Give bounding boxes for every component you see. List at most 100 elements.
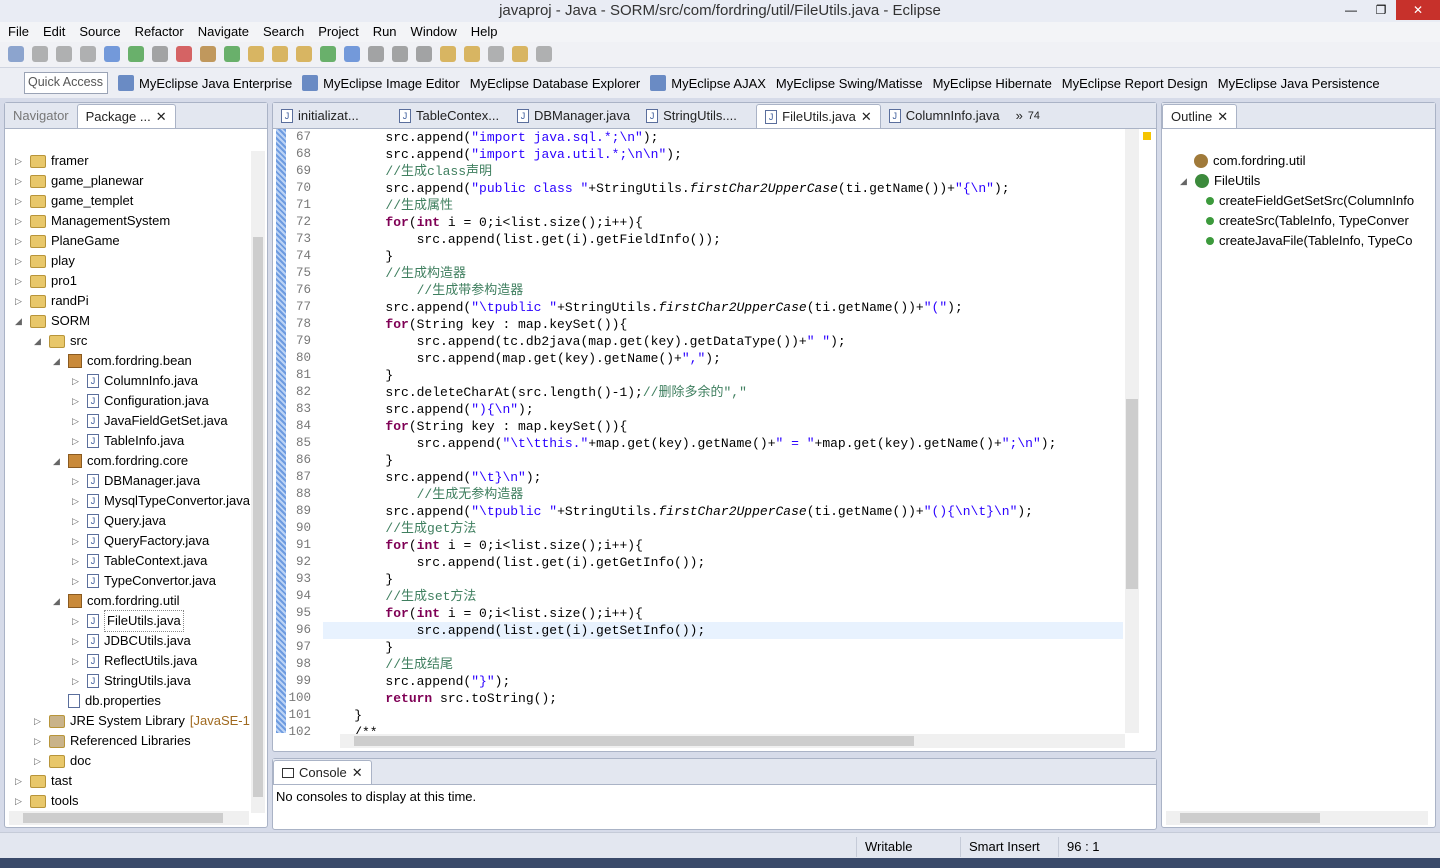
editor-tab[interactable]: J StringUtils.... (638, 104, 756, 128)
tree-item[interactable]: ▷ Referenced Libraries (34, 731, 191, 751)
outline-item[interactable]: com.fordring.util (1194, 151, 1305, 171)
code-line[interactable]: src.append("}"); (323, 673, 510, 690)
collapsed-arrow-icon[interactable]: ▷ (72, 611, 82, 631)
menu-search[interactable]: Search (263, 22, 304, 42)
tree-item[interactable]: ▷ J Query.java (72, 511, 166, 531)
tree-item[interactable]: ▷ game_planewar (15, 171, 144, 191)
tree-item[interactable]: ▷ JRE System Library [JavaSE-1.6] (34, 711, 251, 731)
tree-item[interactable]: ▷ J DBManager.java (72, 471, 200, 491)
menu-navigate[interactable]: Navigate (198, 22, 249, 42)
tree-item[interactable]: ▷ J TableInfo.java (72, 431, 184, 451)
collapsed-arrow-icon[interactable]: ▷ (15, 771, 25, 791)
toolbar-button-3[interactable] (80, 46, 96, 62)
toolbar-button-19[interactable] (464, 46, 480, 62)
code-line[interactable]: src.deleteCharAt(src.length()-1);//删除多余的… (323, 384, 746, 401)
collapsed-arrow-icon[interactable]: ▷ (72, 511, 82, 531)
toolbar-button-21[interactable] (512, 46, 528, 62)
code-line[interactable]: //生成get方法 (323, 520, 476, 537)
toolbar-button-11[interactable] (272, 46, 288, 62)
editor-tab[interactable]: J DBManager.java (509, 104, 638, 128)
toolbar-button-13[interactable] (320, 46, 336, 62)
code-line[interactable]: //生成set方法 (323, 588, 476, 605)
code-line[interactable]: for(int i = 0;i<list.size();i++){ (323, 605, 642, 622)
perspective-5[interactable]: MyEclipse Hibernate (933, 76, 1052, 91)
toolbar-button-15[interactable] (368, 46, 384, 62)
code-line[interactable]: src.append("){\n"); (323, 401, 533, 418)
toolbar-button-20[interactable] (488, 46, 504, 62)
code-line[interactable]: } (323, 367, 393, 384)
perspective-4[interactable]: MyEclipse Swing/Matisse (776, 76, 923, 91)
close-button[interactable]: ✕ (1396, 0, 1440, 20)
close-icon[interactable]: ✕ (1217, 106, 1228, 128)
tree-item[interactable]: ◢ com.fordring.core (53, 451, 188, 471)
horizontal-scrollbar[interactable] (9, 811, 249, 825)
collapsed-arrow-icon[interactable]: ▷ (15, 151, 25, 171)
collapsed-arrow-icon[interactable]: ▷ (15, 251, 25, 271)
toolbar-button-18[interactable] (440, 46, 456, 62)
code-line[interactable]: //生成class声明 (323, 163, 492, 180)
collapsed-arrow-icon[interactable]: ▷ (15, 171, 25, 191)
toolbar-button-7[interactable] (176, 46, 192, 62)
toolbar-button-2[interactable] (56, 46, 72, 62)
code-line[interactable]: src.append("\t}\n"); (323, 469, 541, 486)
code-line[interactable]: //生成带参构造器 (323, 282, 524, 299)
tree-item[interactable]: ▷ J ReflectUtils.java (72, 651, 197, 671)
perspective-1[interactable]: MyEclipse Image Editor (302, 75, 460, 91)
tab-navigator[interactable]: Navigator (5, 104, 77, 128)
collapsed-arrow-icon[interactable]: ▷ (34, 711, 44, 731)
outline-item[interactable]: createSrc(TableInfo, TypeConver (1206, 211, 1409, 231)
code-line[interactable]: //生成结尾 (323, 656, 453, 673)
tree-item[interactable]: ▷ J StringUtils.java (72, 671, 191, 691)
tree-item[interactable]: ▷ framer (15, 151, 89, 171)
code-line[interactable]: //生成无参构造器 (323, 486, 524, 503)
code-line[interactable]: } (323, 571, 393, 588)
toolbar-button-6[interactable] (152, 46, 168, 62)
menu-project[interactable]: Project (318, 22, 358, 42)
tab-overflow-button[interactable]: » 74 (1008, 104, 1048, 128)
close-icon[interactable]: ✕ (156, 106, 167, 128)
expanded-arrow-icon[interactable]: ◢ (53, 451, 63, 471)
collapsed-arrow-icon[interactable]: ▷ (15, 271, 25, 291)
code-line[interactable]: src.append("\tpublic "+StringUtils.first… (323, 503, 1033, 520)
tree-item[interactable]: ▷ J TableContext.java (72, 551, 207, 571)
collapsed-arrow-icon[interactable]: ▷ (72, 371, 82, 391)
collapsed-arrow-icon[interactable]: ▷ (72, 551, 82, 571)
expanded-arrow-icon[interactable]: ◢ (1180, 171, 1190, 191)
collapsed-arrow-icon[interactable]: ▷ (15, 231, 25, 251)
code-line[interactable]: //生成属性 (323, 197, 453, 214)
collapsed-arrow-icon[interactable]: ▷ (34, 751, 44, 771)
tree-item[interactable]: ▷ J MysqlTypeConvertor.java (72, 491, 250, 511)
toolbar-button-8[interactable] (200, 46, 216, 62)
perspective-6[interactable]: MyEclipse Report Design (1062, 76, 1208, 91)
code-line[interactable]: src.append(list.get(i).getSetInfo()); (323, 622, 706, 639)
editor-tab[interactable]: J ColumnInfo.java (881, 104, 1008, 128)
tree-item[interactable]: ▷ J ColumnInfo.java (72, 371, 198, 391)
tree-item[interactable]: ▷ PlaneGame (15, 231, 120, 251)
toolbar-button-10[interactable] (248, 46, 264, 62)
menu-help[interactable]: Help (471, 22, 498, 42)
toolbar-button-1[interactable] (32, 46, 48, 62)
toolbar-button-9[interactable] (224, 46, 240, 62)
code-line[interactable]: return src.toString(); (323, 690, 557, 707)
menu-edit[interactable]: Edit (43, 22, 65, 42)
tree-item[interactable]: ▷ J FileUtils.java (72, 610, 184, 632)
outline-item[interactable]: createJavaFile(TableInfo, TypeCo (1206, 231, 1412, 251)
tree-item[interactable]: ▷ ManagementSystem (15, 211, 170, 231)
code-line[interactable]: for(String key : map.keySet()){ (323, 418, 627, 435)
collapsed-arrow-icon[interactable]: ▷ (72, 471, 82, 491)
outline-horizontal-scrollbar[interactable] (1166, 811, 1428, 825)
vertical-scrollbar[interactable] (251, 151, 265, 813)
toolbar-button-16[interactable] (392, 46, 408, 62)
collapsed-arrow-icon[interactable]: ▷ (72, 431, 82, 451)
expanded-arrow-icon[interactable]: ◢ (34, 331, 44, 351)
tree-item[interactable]: ▷ pro1 (15, 271, 77, 291)
code-line[interactable]: for(int i = 0;i<list.size();i++){ (323, 214, 642, 231)
editor-tab[interactable]: Jinitializat... (273, 104, 391, 128)
tab-outline[interactable]: Outline ✕ (1162, 104, 1238, 128)
toolbar-button-0[interactable] (8, 46, 24, 62)
minimize-button[interactable]: — (1336, 0, 1366, 20)
menu-source[interactable]: Source (79, 22, 120, 42)
maximize-button[interactable]: ❐ (1366, 0, 1396, 20)
menu-file[interactable]: File (8, 22, 29, 42)
quick-access-input[interactable]: Quick Access (24, 72, 108, 94)
